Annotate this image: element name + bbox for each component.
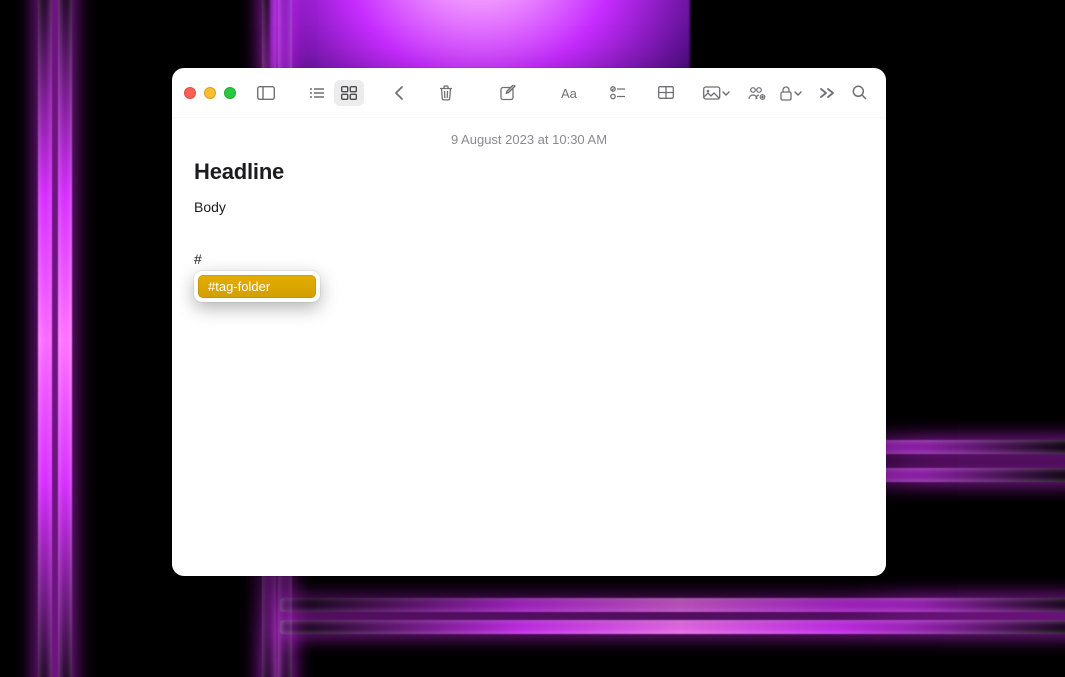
- window-titlebar: Aa: [172, 68, 886, 118]
- new-note-button[interactable]: [496, 80, 521, 106]
- minimize-button[interactable]: [204, 87, 216, 99]
- media-button[interactable]: [701, 80, 734, 106]
- note-timestamp: 9 August 2023 at 10:30 AM: [194, 132, 864, 147]
- back-button[interactable]: [386, 80, 411, 106]
- collaborate-button[interactable]: [742, 80, 772, 106]
- lock-button[interactable]: [774, 80, 810, 106]
- tag-suggestion-popup: #tag-folder: [194, 271, 320, 302]
- close-button[interactable]: [184, 87, 196, 99]
- svg-text:Aa: Aa: [561, 86, 578, 100]
- delete-button[interactable]: [434, 80, 459, 106]
- table-button[interactable]: [653, 80, 678, 106]
- window-controls: [184, 87, 236, 99]
- fullscreen-button[interactable]: [224, 87, 236, 99]
- note-editor[interactable]: 9 August 2023 at 10:30 AM Headline Body …: [172, 118, 886, 576]
- gallery-view-button[interactable]: [334, 80, 364, 106]
- more-button[interactable]: [812, 80, 842, 106]
- format-button[interactable]: Aa: [558, 80, 583, 106]
- tag-suggestion-item[interactable]: #tag-folder: [198, 275, 316, 298]
- note-body-text[interactable]: Body: [194, 199, 864, 215]
- view-mode-group: [302, 80, 364, 106]
- checklist-button[interactable]: [606, 80, 631, 106]
- toggle-sidebar-button[interactable]: [254, 80, 279, 106]
- search-button[interactable]: [844, 80, 874, 106]
- note-headline[interactable]: Headline: [194, 159, 864, 185]
- list-view-button[interactable]: [302, 80, 332, 106]
- desktop-wallpaper: Aa: [0, 0, 1065, 677]
- notes-window: Aa: [172, 68, 886, 576]
- note-hash-input[interactable]: #: [194, 251, 864, 267]
